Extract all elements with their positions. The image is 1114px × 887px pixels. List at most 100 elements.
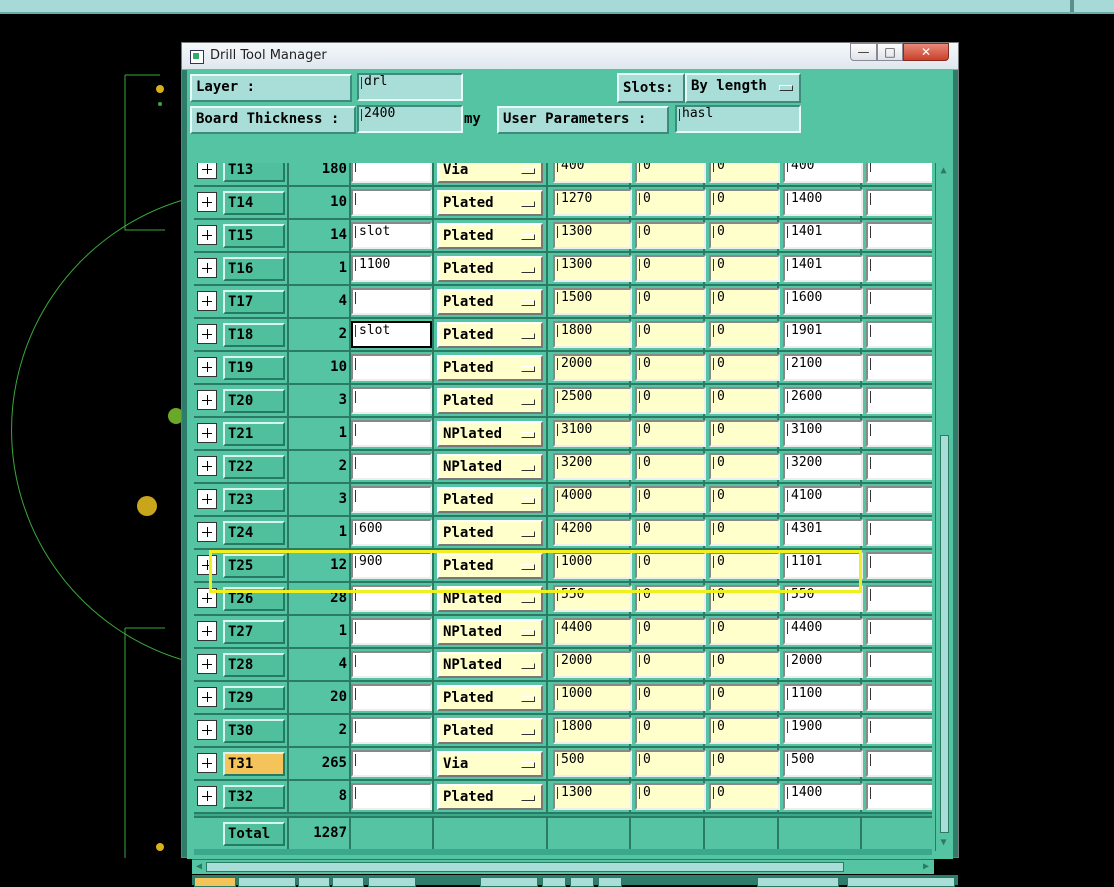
bottom-button-4[interactable] bbox=[332, 877, 364, 887]
slot-length-field[interactable] bbox=[351, 163, 432, 183]
size-field-c1[interactable]: 550 bbox=[553, 585, 632, 612]
size-field-c1[interactable]: 1000 bbox=[553, 552, 632, 579]
size-field-c3[interactable]: 0 bbox=[709, 519, 780, 546]
tool-button[interactable]: T13 bbox=[223, 163, 285, 182]
expand-icon[interactable] bbox=[197, 786, 217, 806]
size-field-c3[interactable]: 0 bbox=[709, 163, 780, 183]
size-field-c1[interactable]: 1500 bbox=[553, 288, 632, 315]
size-field-c4[interactable]: 500 bbox=[783, 750, 863, 777]
size-field-c2[interactable]: 0 bbox=[635, 684, 706, 711]
expand-icon[interactable] bbox=[197, 324, 217, 344]
expand-icon[interactable] bbox=[197, 456, 217, 476]
plating-type-dropdown[interactable]: Plated bbox=[437, 388, 543, 414]
expand-icon[interactable] bbox=[197, 720, 217, 740]
scroll-left-icon[interactable]: ◀ bbox=[193, 860, 205, 874]
size-field-c1[interactable]: 1800 bbox=[553, 717, 632, 744]
size-field-c2[interactable]: 0 bbox=[635, 519, 706, 546]
size-field-c5[interactable] bbox=[866, 651, 932, 678]
scroll-up-icon[interactable]: ▲ bbox=[938, 165, 949, 177]
plating-type-dropdown[interactable]: Plated bbox=[437, 256, 543, 282]
plating-type-dropdown[interactable]: Plated bbox=[437, 322, 543, 348]
slot-length-field[interactable] bbox=[351, 453, 432, 480]
size-field-c1[interactable]: 4200 bbox=[553, 519, 632, 546]
size-field-c1[interactable]: 1800 bbox=[553, 321, 632, 348]
expand-icon[interactable] bbox=[197, 423, 217, 443]
tool-button[interactable]: T25 bbox=[223, 554, 285, 578]
tool-button[interactable]: T22 bbox=[223, 455, 285, 479]
size-field-c5[interactable] bbox=[866, 387, 932, 414]
size-field-c3[interactable]: 0 bbox=[709, 486, 780, 513]
user-parameters-field[interactable]: hasl bbox=[675, 105, 801, 133]
size-field-c3[interactable]: 0 bbox=[709, 354, 780, 381]
size-field-c4[interactable]: 1401 bbox=[783, 255, 863, 282]
slot-length-field[interactable] bbox=[351, 354, 432, 381]
expand-icon[interactable] bbox=[197, 291, 217, 311]
expand-icon[interactable] bbox=[197, 522, 217, 542]
size-field-c3[interactable]: 0 bbox=[709, 288, 780, 315]
size-field-c2[interactable]: 0 bbox=[635, 750, 706, 777]
tool-button[interactable]: T19 bbox=[223, 356, 285, 380]
size-field-c4[interactable]: 4301 bbox=[783, 519, 863, 546]
size-field-c1[interactable]: 2500 bbox=[553, 387, 632, 414]
size-field-c3[interactable]: 0 bbox=[709, 717, 780, 744]
size-field-c1[interactable]: 3100 bbox=[553, 420, 632, 447]
size-field-c2[interactable]: 0 bbox=[635, 189, 706, 216]
bottom-button-7[interactable] bbox=[542, 877, 566, 887]
plating-type-dropdown[interactable]: Plated bbox=[437, 487, 543, 513]
size-field-c1[interactable]: 4400 bbox=[553, 618, 632, 645]
plating-type-dropdown[interactable]: Plated bbox=[437, 784, 543, 810]
slot-length-field[interactable] bbox=[351, 585, 432, 612]
plating-type-dropdown[interactable]: Plated bbox=[437, 685, 543, 711]
tool-button[interactable]: T30 bbox=[223, 719, 285, 743]
board-thickness-field[interactable]: 2400 bbox=[357, 105, 463, 133]
bottom-button-9[interactable] bbox=[598, 877, 622, 887]
bottom-button-3[interactable] bbox=[298, 877, 330, 887]
size-field-c4[interactable]: 1600 bbox=[783, 288, 863, 315]
size-field-c3[interactable]: 0 bbox=[709, 387, 780, 414]
size-field-c3[interactable]: 0 bbox=[709, 750, 780, 777]
size-field-c2[interactable]: 0 bbox=[635, 783, 706, 810]
size-field-c5[interactable] bbox=[866, 453, 932, 480]
size-field-c4[interactable]: 4400 bbox=[783, 618, 863, 645]
expand-icon[interactable] bbox=[197, 357, 217, 377]
plating-type-dropdown[interactable]: Plated bbox=[437, 520, 543, 546]
slot-length-field[interactable]: 1100 bbox=[351, 255, 432, 282]
tool-button[interactable]: T15 bbox=[223, 224, 285, 248]
plating-type-dropdown[interactable]: NPlated bbox=[437, 421, 543, 447]
size-field-c5[interactable] bbox=[866, 189, 932, 216]
size-field-c1[interactable]: 4000 bbox=[553, 486, 632, 513]
bottom-button-8[interactable] bbox=[570, 877, 594, 887]
slot-length-field[interactable] bbox=[351, 684, 432, 711]
expand-icon[interactable] bbox=[197, 163, 217, 179]
expand-icon[interactable] bbox=[197, 753, 217, 773]
slot-length-field[interactable] bbox=[351, 486, 432, 513]
size-field-c3[interactable]: 0 bbox=[709, 618, 780, 645]
plating-type-dropdown[interactable]: Plated bbox=[437, 289, 543, 315]
slot-length-field[interactable]: slot bbox=[351, 222, 432, 249]
maximize-button[interactable]: □ bbox=[877, 43, 903, 61]
expand-icon[interactable] bbox=[197, 555, 217, 575]
size-field-c4[interactable]: 1901 bbox=[783, 321, 863, 348]
expand-icon[interactable] bbox=[197, 687, 217, 707]
bottom-button-6[interactable] bbox=[480, 877, 538, 887]
size-field-c3[interactable]: 0 bbox=[709, 783, 780, 810]
tool-button[interactable]: T21 bbox=[223, 422, 285, 446]
tool-button[interactable]: T23 bbox=[223, 488, 285, 512]
size-field-c5[interactable] bbox=[866, 163, 932, 183]
size-field-c2[interactable]: 0 bbox=[635, 288, 706, 315]
tool-button[interactable]: T20 bbox=[223, 389, 285, 413]
size-field-c2[interactable]: 0 bbox=[635, 585, 706, 612]
size-field-c3[interactable]: 0 bbox=[709, 189, 780, 216]
size-field-c4[interactable]: 1101 bbox=[783, 552, 863, 579]
size-field-c4[interactable]: 1401 bbox=[783, 222, 863, 249]
slot-length-field[interactable] bbox=[351, 618, 432, 645]
size-field-c4[interactable]: 3100 bbox=[783, 420, 863, 447]
tool-button[interactable]: T28 bbox=[223, 653, 285, 677]
expand-icon[interactable] bbox=[197, 192, 217, 212]
size-field-c2[interactable]: 0 bbox=[635, 255, 706, 282]
tool-button[interactable]: T14 bbox=[223, 191, 285, 215]
size-field-c4[interactable]: 2100 bbox=[783, 354, 863, 381]
expand-icon[interactable] bbox=[197, 588, 217, 608]
bottom-button-5[interactable] bbox=[368, 877, 416, 887]
size-field-c2[interactable]: 0 bbox=[635, 420, 706, 447]
